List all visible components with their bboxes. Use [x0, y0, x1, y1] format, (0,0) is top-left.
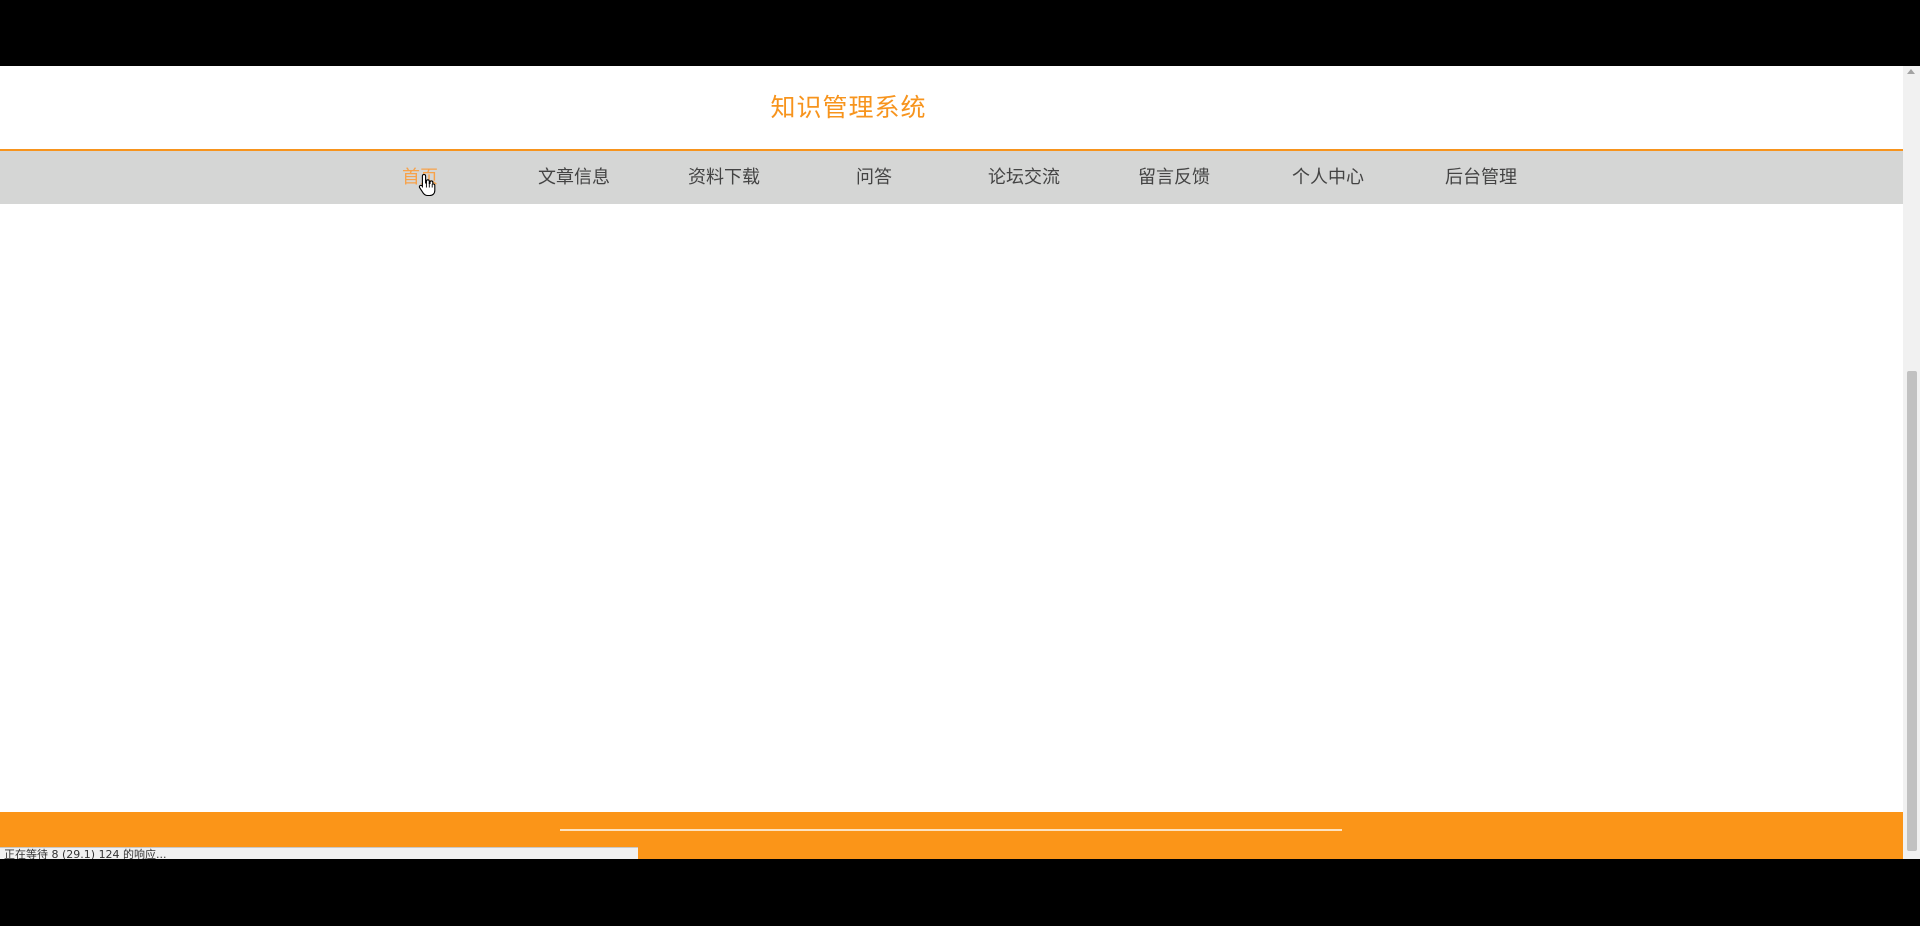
vertical-scrollbar[interactable]: [1903, 66, 1920, 859]
footer-divider: [560, 829, 1342, 831]
main-nav: 首页 文章信息 资料下载 问答 论坛交流 留言反馈 个人中心 后台管理: [0, 151, 1903, 204]
browser-status-bar: 正在等待 8 (29.1) 124 的响应...: [0, 847, 638, 859]
site-title: 知识管理系统: [770, 93, 927, 122]
nav-item-qa[interactable]: 问答: [814, 151, 934, 204]
nav-item-forum[interactable]: 论坛交流: [964, 151, 1084, 204]
arrow-up-icon[interactable]: [1907, 69, 1915, 74]
nav-item-feedback[interactable]: 留言反馈: [1114, 151, 1234, 204]
nav-item-admin[interactable]: 后台管理: [1421, 151, 1541, 204]
nav-item-articles[interactable]: 文章信息: [514, 151, 634, 204]
scrollbar-thumb[interactable]: [1907, 371, 1917, 851]
nav-item-downloads[interactable]: 资料下载: [664, 151, 784, 204]
screen-letterbox-bottom: [0, 859, 1920, 926]
page: 知识管理系统 首页 文章信息 资料下载 问答 论坛交流 留言反馈 个人中心 后台…: [0, 66, 1903, 859]
browser-viewport: 知识管理系统 首页 文章信息 资料下载 问答 论坛交流 留言反馈 个人中心 后台…: [0, 66, 1920, 859]
screen-letterbox-top: [0, 0, 1920, 66]
site-header: 知识管理系统: [0, 66, 1903, 151]
nav-item-personal-center[interactable]: 个人中心: [1268, 151, 1388, 204]
hand-pointer-icon: [418, 173, 436, 197]
